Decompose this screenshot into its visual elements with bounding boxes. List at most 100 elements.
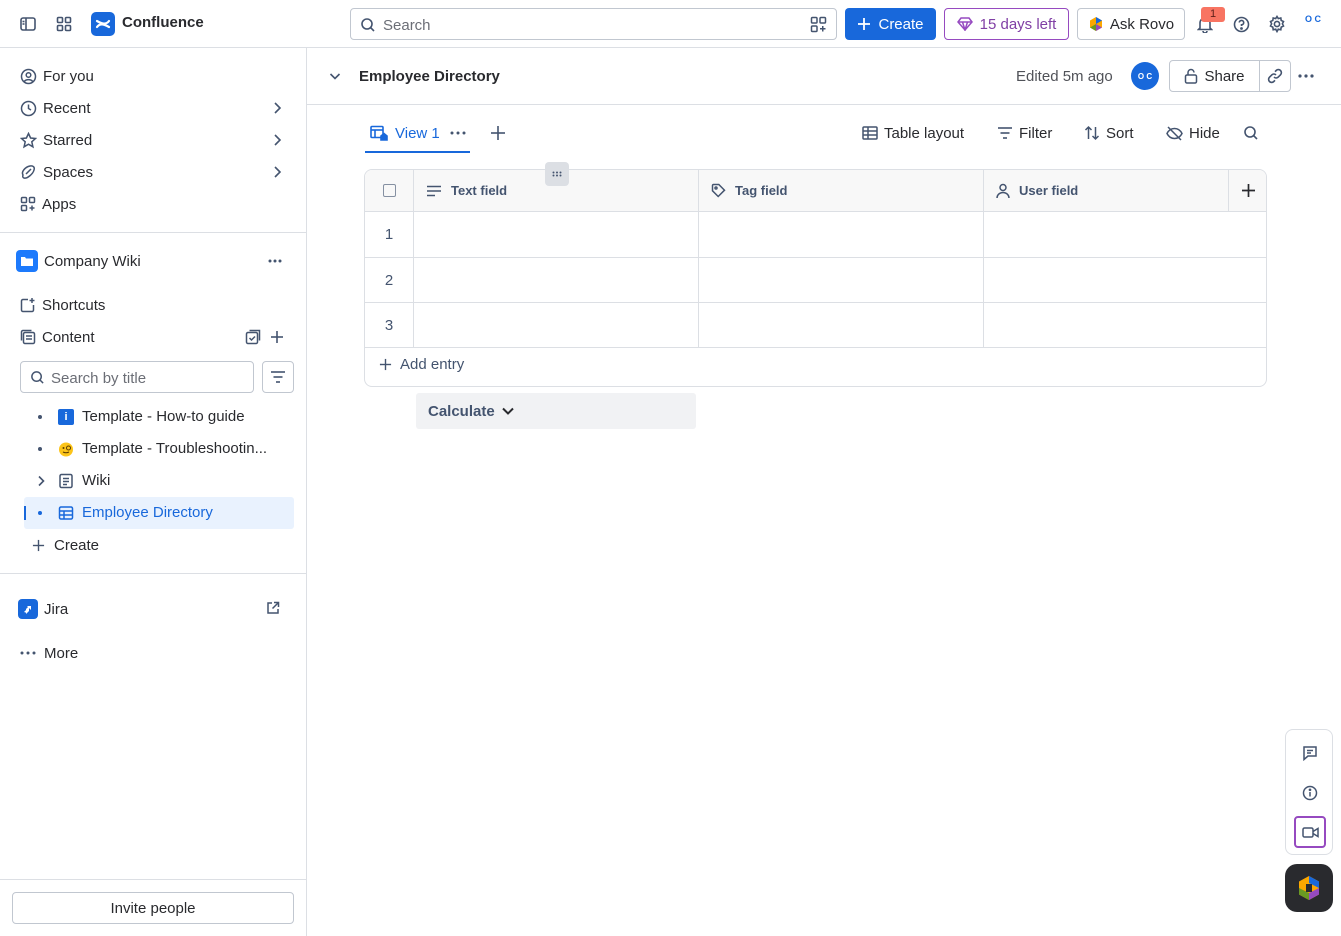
table-cell[interactable] xyxy=(984,212,1266,258)
tree-item-label: Employee Directory xyxy=(82,504,213,521)
table-cell[interactable] xyxy=(414,303,699,348)
user-circle-icon xyxy=(20,68,37,84)
trial-button[interactable]: 15 days left xyxy=(944,8,1069,40)
table-cell[interactable] xyxy=(699,212,984,258)
more-dots-icon[interactable] xyxy=(450,131,466,135)
invite-people-button[interactable]: Invite people xyxy=(12,892,294,924)
link-icon xyxy=(1267,68,1283,84)
rovo-chat-button[interactable] xyxy=(1285,864,1333,912)
profile-avatar[interactable]: O C xyxy=(1301,14,1325,36)
content-icon xyxy=(20,329,36,345)
drag-grip-icon xyxy=(552,171,562,177)
confluence-logo-icon[interactable] xyxy=(91,12,115,36)
sidebar-divider xyxy=(0,573,306,574)
chevron-right-icon[interactable] xyxy=(270,165,284,179)
copy-link-button[interactable] xyxy=(1259,60,1291,92)
sidebar-item-label: Spaces xyxy=(43,163,94,181)
table-cell[interactable] xyxy=(984,303,1266,348)
tree-item-employee-directory[interactable]: Employee Directory xyxy=(24,497,294,529)
tree-item-how-to-guide[interactable]: i Template - How-to guide xyxy=(24,401,294,433)
tab-view-1[interactable]: View 1 xyxy=(365,120,470,153)
row-number[interactable]: 3 xyxy=(365,303,414,348)
app-name[interactable]: Confluence xyxy=(122,14,204,31)
space-header[interactable]: Company Wiki xyxy=(16,248,286,274)
avatar[interactable]: O C xyxy=(1131,62,1159,90)
hide-button[interactable]: Hide xyxy=(1166,120,1220,146)
database-table: Text field Tag field User field 1 2 3 Ad… xyxy=(364,169,1267,387)
video-button[interactable] xyxy=(1294,816,1326,848)
search-icon xyxy=(360,17,376,33)
filter-button[interactable]: Filter xyxy=(997,120,1052,146)
table-cell[interactable] xyxy=(699,303,984,348)
trial-label: 15 days left xyxy=(979,15,1057,33)
help-icon[interactable] xyxy=(1229,12,1253,36)
sidebar-item-starred[interactable]: Starred xyxy=(20,127,290,153)
title-search-input[interactable] xyxy=(51,368,246,388)
sidebar-item-jira[interactable]: Jira xyxy=(18,596,288,622)
page-header: Employee Directory Edited 5m ago O C Sha… xyxy=(307,48,1341,105)
add-entry-button[interactable]: Add entry xyxy=(379,356,464,373)
table-cell[interactable] xyxy=(984,258,1266,303)
chevron-right-icon[interactable] xyxy=(270,101,284,115)
search-input[interactable] xyxy=(383,15,803,35)
table-cell[interactable] xyxy=(414,212,699,258)
chevron-right-icon[interactable] xyxy=(270,133,284,147)
more-options-icon[interactable] xyxy=(268,259,282,263)
add-view-icon[interactable] xyxy=(490,125,506,141)
person-icon xyxy=(996,183,1010,198)
create-button[interactable]: Create xyxy=(845,8,936,40)
share-button[interactable]: Share xyxy=(1169,60,1260,92)
add-column-button[interactable] xyxy=(1229,170,1266,212)
chevron-right-icon[interactable] xyxy=(35,475,47,487)
settings-icon[interactable] xyxy=(1265,12,1289,36)
external-link-icon[interactable] xyxy=(266,601,280,615)
sidebar-item-apps[interactable]: Apps xyxy=(20,191,290,217)
sidebar-toggle-icon[interactable] xyxy=(16,12,40,36)
tree-item-label: Template - Troubleshootin... xyxy=(82,440,268,457)
search-bar[interactable] xyxy=(350,8,837,40)
sidebar-item-label: Apps xyxy=(42,195,77,213)
sidebar-item-content[interactable]: Content xyxy=(20,324,290,350)
sidebar-divider xyxy=(0,879,306,880)
comments-button[interactable] xyxy=(1294,737,1326,769)
create-content-button[interactable]: Create xyxy=(32,532,302,558)
select-all-checkbox[interactable] xyxy=(382,184,396,197)
filter-button[interactable] xyxy=(262,361,294,393)
column-drag-handle[interactable] xyxy=(545,162,569,186)
sidebar-item-for-you[interactable]: For you xyxy=(20,63,290,89)
table-layout-button[interactable]: Table layout xyxy=(862,120,964,146)
shortcut-icon xyxy=(20,298,35,313)
top-navigation: Confluence Create 15 days left Ask Rovo … xyxy=(0,0,1341,48)
chevron-down-icon[interactable] xyxy=(329,70,341,82)
sidebar-item-recent[interactable]: Recent xyxy=(20,95,290,121)
column-header-user-field[interactable]: User field xyxy=(984,170,1229,212)
more-options-icon[interactable] xyxy=(1298,74,1314,78)
view-tab-label: View 1 xyxy=(395,125,440,142)
table-cell[interactable] xyxy=(414,258,699,303)
plus-icon[interactable] xyxy=(270,330,284,344)
ask-rovo-button[interactable]: Ask Rovo xyxy=(1077,8,1185,40)
sort-button[interactable]: Sort xyxy=(1084,120,1134,146)
plus-icon xyxy=(379,358,392,371)
sidebar-item-spaces[interactable]: Spaces xyxy=(20,159,290,185)
bullet xyxy=(38,447,42,451)
app-switcher-icon[interactable] xyxy=(52,12,76,36)
details-button[interactable] xyxy=(1294,777,1326,809)
search-filters-icon[interactable] xyxy=(810,16,827,33)
new-page-icon[interactable] xyxy=(245,329,261,345)
tree-item-label: Template - How-to guide xyxy=(82,408,245,425)
sidebar-item-shortcuts[interactable]: Shortcuts xyxy=(20,292,290,318)
sidebar-item-more[interactable]: More xyxy=(20,640,290,666)
title-search-box[interactable] xyxy=(20,361,254,393)
tree-item-troubleshooting[interactable]: Template - Troubleshootin... xyxy=(24,433,294,465)
table-cell[interactable] xyxy=(699,258,984,303)
row-number[interactable]: 1 xyxy=(365,212,414,258)
search-icon[interactable] xyxy=(1243,125,1259,141)
edited-timestamp[interactable]: Edited 5m ago xyxy=(1016,68,1113,85)
calculate-button[interactable]: Calculate xyxy=(416,393,696,429)
jira-logo-icon xyxy=(18,599,38,619)
tree-item-wiki[interactable]: Wiki xyxy=(24,465,294,497)
detective-emoji-icon xyxy=(59,442,73,457)
column-header-tag-field[interactable]: Tag field xyxy=(699,170,984,212)
row-number[interactable]: 2 xyxy=(365,258,414,303)
